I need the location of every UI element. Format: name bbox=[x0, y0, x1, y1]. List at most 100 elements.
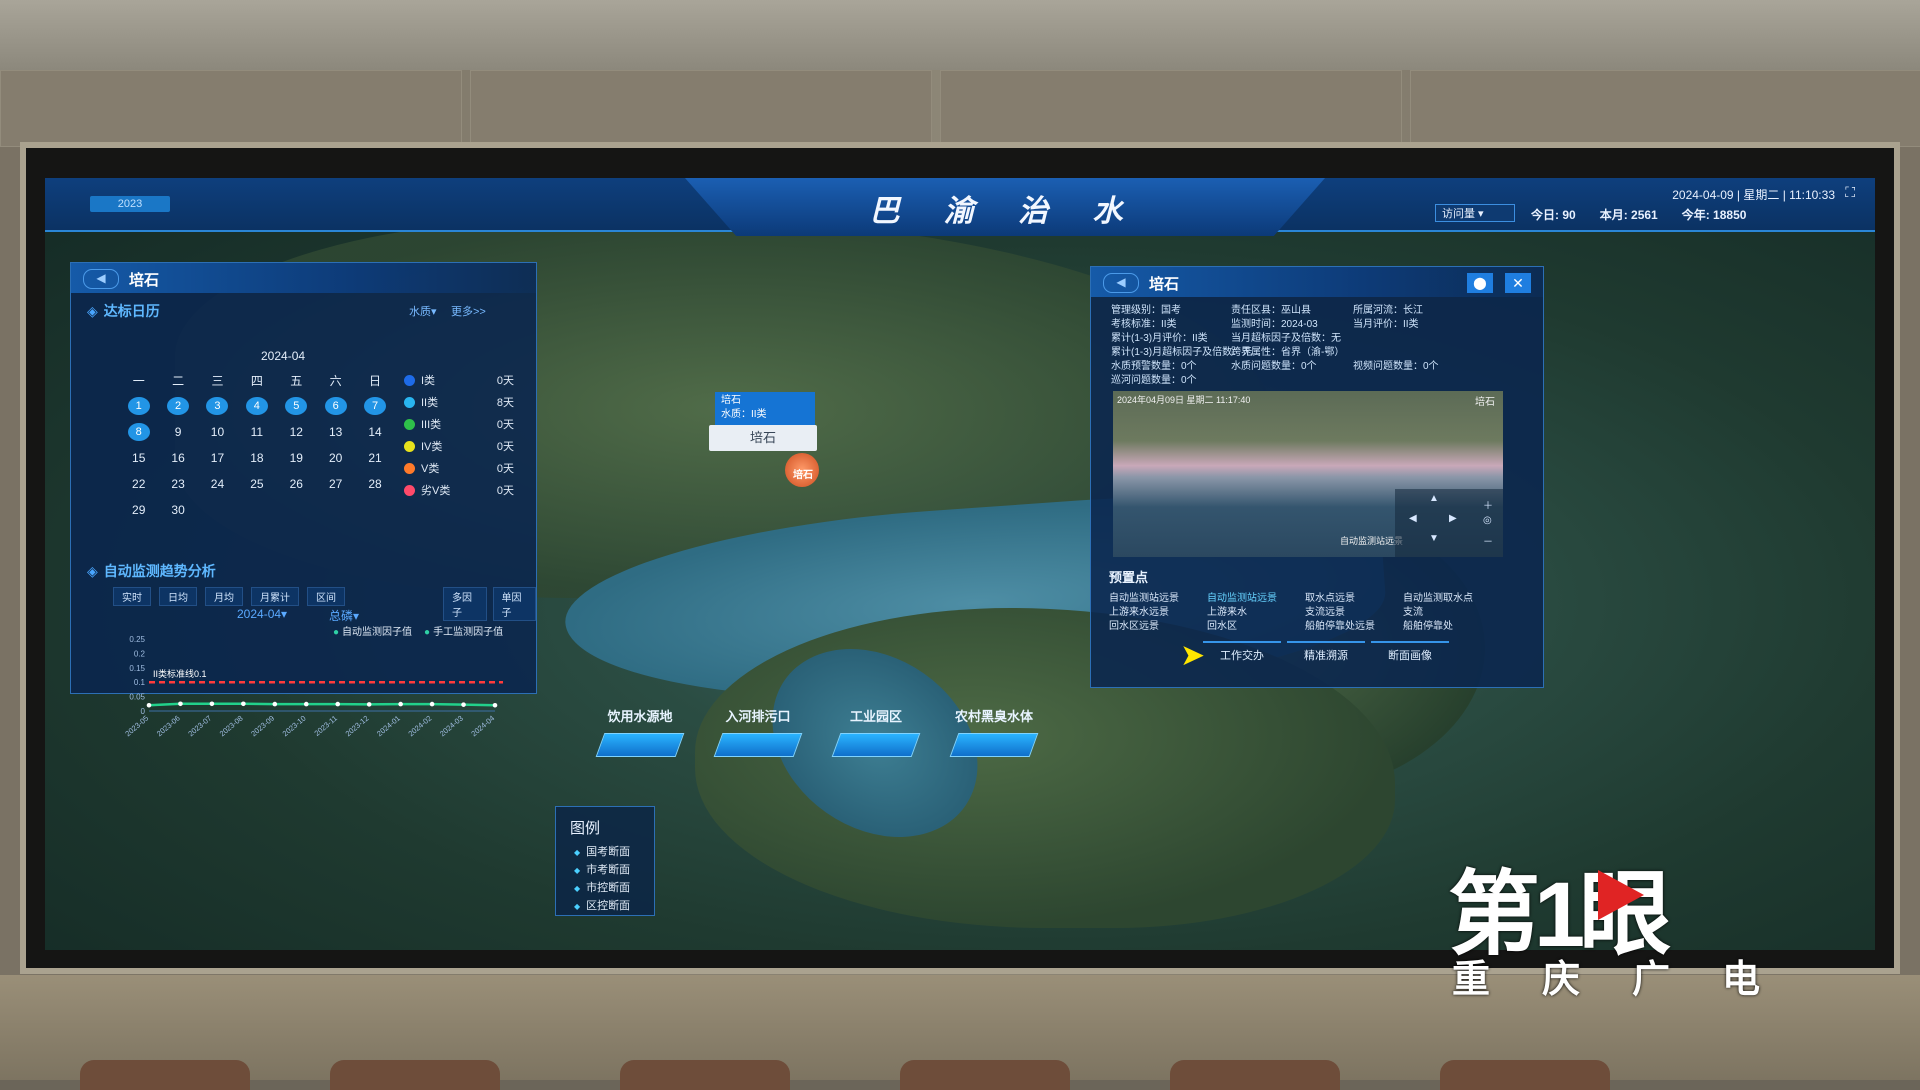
preset-item[interactable]: 回水区 bbox=[1207, 617, 1237, 632]
preset-item[interactable]: 船舶停靠处远景 bbox=[1305, 617, 1375, 632]
broadcaster-logo: 第1眼 重庆广电 bbox=[1448, 830, 1828, 1001]
calendar-day[interactable]: 28 bbox=[355, 477, 394, 491]
layer-button-rural-water[interactable]: 农村黑臭水体 bbox=[939, 706, 1049, 757]
calendar-day[interactable]: 15 bbox=[119, 451, 158, 465]
wall-panel bbox=[0, 70, 462, 147]
y-tick-label: 0.05 bbox=[129, 693, 145, 702]
calendar-day[interactable]: 13 bbox=[316, 425, 355, 439]
tab-period[interactable]: 月均 bbox=[205, 587, 243, 606]
grade-name: I类 bbox=[421, 375, 436, 387]
fullscreen-icon[interactable]: ⛶ bbox=[1845, 184, 1855, 201]
factor-select[interactable]: 总磷▾ bbox=[329, 607, 359, 624]
calendar-day[interactable]: 5 bbox=[277, 397, 316, 415]
calendar-day[interactable]: 1 bbox=[119, 397, 158, 415]
calendar-day[interactable]: 17 bbox=[198, 451, 237, 465]
calendar-day[interactable]: 4 bbox=[237, 397, 276, 415]
section-icon: ◈ bbox=[87, 563, 98, 579]
legend-national[interactable]: 国考断面 bbox=[574, 843, 630, 859]
layer-button-drinking-water[interactable]: 饮用水源地 bbox=[585, 706, 695, 757]
preset-item[interactable]: 自动监测站远景 bbox=[1109, 589, 1179, 604]
preset-item[interactable]: 回水区远景 bbox=[1109, 617, 1159, 632]
back-button[interactable]: ◀ bbox=[83, 269, 119, 289]
preset-item[interactable]: 取水点远景 bbox=[1305, 589, 1355, 604]
tab-factor[interactable]: 单因子 bbox=[492, 587, 536, 621]
chair bbox=[1440, 1060, 1610, 1090]
calendar-day[interactable]: 14 bbox=[355, 425, 394, 439]
assign-task-button[interactable]: 工作交办 bbox=[1203, 641, 1281, 663]
station-popup[interactable]: 培石 水质：II类 bbox=[715, 392, 815, 426]
visit-select[interactable]: 访问量 ▾ bbox=[1435, 204, 1515, 222]
left-panel: ◀ 培石 ◈ 达标日历 水质▾ 更多>> 2024-04 一二三四五六日12345… bbox=[70, 262, 537, 738]
ptz-left-icon[interactable]: ◀ bbox=[1409, 513, 1417, 524]
grade-legend-item[interactable]: I类 0天 bbox=[404, 369, 514, 391]
legend-city-assess[interactable]: 市考断面 bbox=[574, 861, 630, 877]
preset-item[interactable]: 上游来水 bbox=[1207, 603, 1247, 618]
calendar-day[interactable]: 3 bbox=[198, 397, 237, 415]
calendar-day[interactable]: 24 bbox=[198, 477, 237, 491]
zoom-out-icon[interactable]: － bbox=[1483, 533, 1493, 548]
period-select[interactable]: 2024-04▾ bbox=[237, 607, 287, 621]
grade-legend-item[interactable]: IV类 0天 bbox=[404, 435, 514, 457]
calendar-day[interactable]: 22 bbox=[119, 477, 158, 491]
calendar-day[interactable]: 9 bbox=[158, 425, 197, 439]
station-info-field: 当月超标因子及倍数：无 bbox=[1231, 333, 1341, 344]
layer-button-outfall[interactable]: 入河排污口 bbox=[703, 706, 813, 757]
close-icon[interactable]: ✕ bbox=[1505, 273, 1531, 293]
grade-legend-item[interactable]: III类 0天 bbox=[404, 413, 514, 435]
preset-item[interactable]: 自动监测站远景 bbox=[1207, 589, 1277, 604]
ptz-up-icon[interactable]: ▲ bbox=[1429, 493, 1439, 504]
header-info: 2024-04-09 | 星期二 | 11:10:33 ⛶ 访问量 ▾ 今日: … bbox=[1435, 184, 1855, 224]
section-profile-button[interactable]: 断面画像 bbox=[1371, 641, 1449, 663]
legend-city-control[interactable]: 市控断面 bbox=[574, 879, 630, 895]
calendar-day[interactable]: 27 bbox=[316, 477, 355, 491]
layer-button-industrial[interactable]: 工业园区 bbox=[821, 706, 931, 757]
grade-legend-item[interactable]: II类 8天 bbox=[404, 391, 514, 413]
calendar-day[interactable]: 18 bbox=[237, 451, 276, 465]
calendar-day-number: 18 bbox=[250, 451, 264, 465]
calendar-day[interactable]: 8 bbox=[119, 423, 158, 441]
legend-district[interactable]: 区控断面 bbox=[574, 897, 630, 913]
calendar-day[interactable]: 26 bbox=[277, 477, 316, 491]
preset-item[interactable]: 支流远景 bbox=[1305, 603, 1345, 618]
video-feed[interactable]: 2024年04月09日 星期二 11:17:40 培石 自动监测站远景 ▲ ◀ … bbox=[1113, 391, 1503, 557]
more-link[interactable]: 更多>> bbox=[451, 303, 486, 319]
trace-source-button[interactable]: 精准溯源 bbox=[1287, 641, 1365, 663]
calendar-day[interactable]: 7 bbox=[355, 397, 394, 415]
calendar-day[interactable]: 19 bbox=[277, 451, 316, 465]
calendar-day[interactable]: 23 bbox=[158, 477, 197, 491]
visit-stats: 今日: 90 本月: 2561 今年: 18850 bbox=[1531, 206, 1746, 223]
calendar-day[interactable]: 20 bbox=[316, 451, 355, 465]
preset-item[interactable]: 船舶停靠处 bbox=[1403, 617, 1453, 632]
preset-item[interactable]: 上游来水远景 bbox=[1109, 603, 1169, 618]
tab-period[interactable]: 月累计 bbox=[251, 587, 299, 606]
tab-period[interactable]: 区间 bbox=[307, 587, 345, 606]
preset-item[interactable]: 自动监测取水点 bbox=[1403, 589, 1473, 604]
calendar-day[interactable]: 21 bbox=[355, 451, 394, 465]
layer-button-label: 入河排污口 bbox=[725, 709, 791, 724]
tab-period[interactable]: 实时 bbox=[113, 587, 151, 606]
calendar-day[interactable]: 6 bbox=[316, 397, 355, 415]
calendar-day[interactable]: 30 bbox=[158, 503, 197, 517]
calendar-day[interactable]: 29 bbox=[119, 503, 158, 517]
calendar-day[interactable]: 2 bbox=[158, 397, 197, 415]
year-tag[interactable]: 2023 bbox=[90, 196, 170, 212]
grade-legend-item[interactable]: 劣V类 0天 bbox=[404, 479, 514, 501]
location-pin-icon[interactable]: ⬤ bbox=[1467, 273, 1493, 293]
calendar-day-number: 7 bbox=[364, 397, 387, 415]
tab-period[interactable]: 日均 bbox=[159, 587, 197, 606]
calendar-day[interactable]: 10 bbox=[198, 425, 237, 439]
focus-icon[interactable]: ◎ bbox=[1483, 515, 1492, 526]
calendar-day[interactable]: 16 bbox=[158, 451, 197, 465]
ptz-right-icon[interactable]: ▶ bbox=[1449, 513, 1457, 524]
back-button[interactable]: ◀ bbox=[1103, 273, 1139, 293]
zoom-in-icon[interactable]: ＋ bbox=[1483, 497, 1493, 512]
calendar-day[interactable]: 12 bbox=[277, 425, 316, 439]
ptz-down-icon[interactable]: ▼ bbox=[1429, 533, 1439, 544]
calendar-day[interactable]: 25 bbox=[237, 477, 276, 491]
filter-select[interactable]: 水质▾ bbox=[409, 303, 437, 319]
grade-legend-item[interactable]: V类 0天 bbox=[404, 457, 514, 479]
tab-factor[interactable]: 多因子 bbox=[443, 587, 487, 621]
calendar-day[interactable]: 11 bbox=[237, 425, 276, 439]
preset-item[interactable]: 支流 bbox=[1403, 603, 1423, 618]
popup-station-button[interactable]: 培石 bbox=[709, 425, 817, 451]
